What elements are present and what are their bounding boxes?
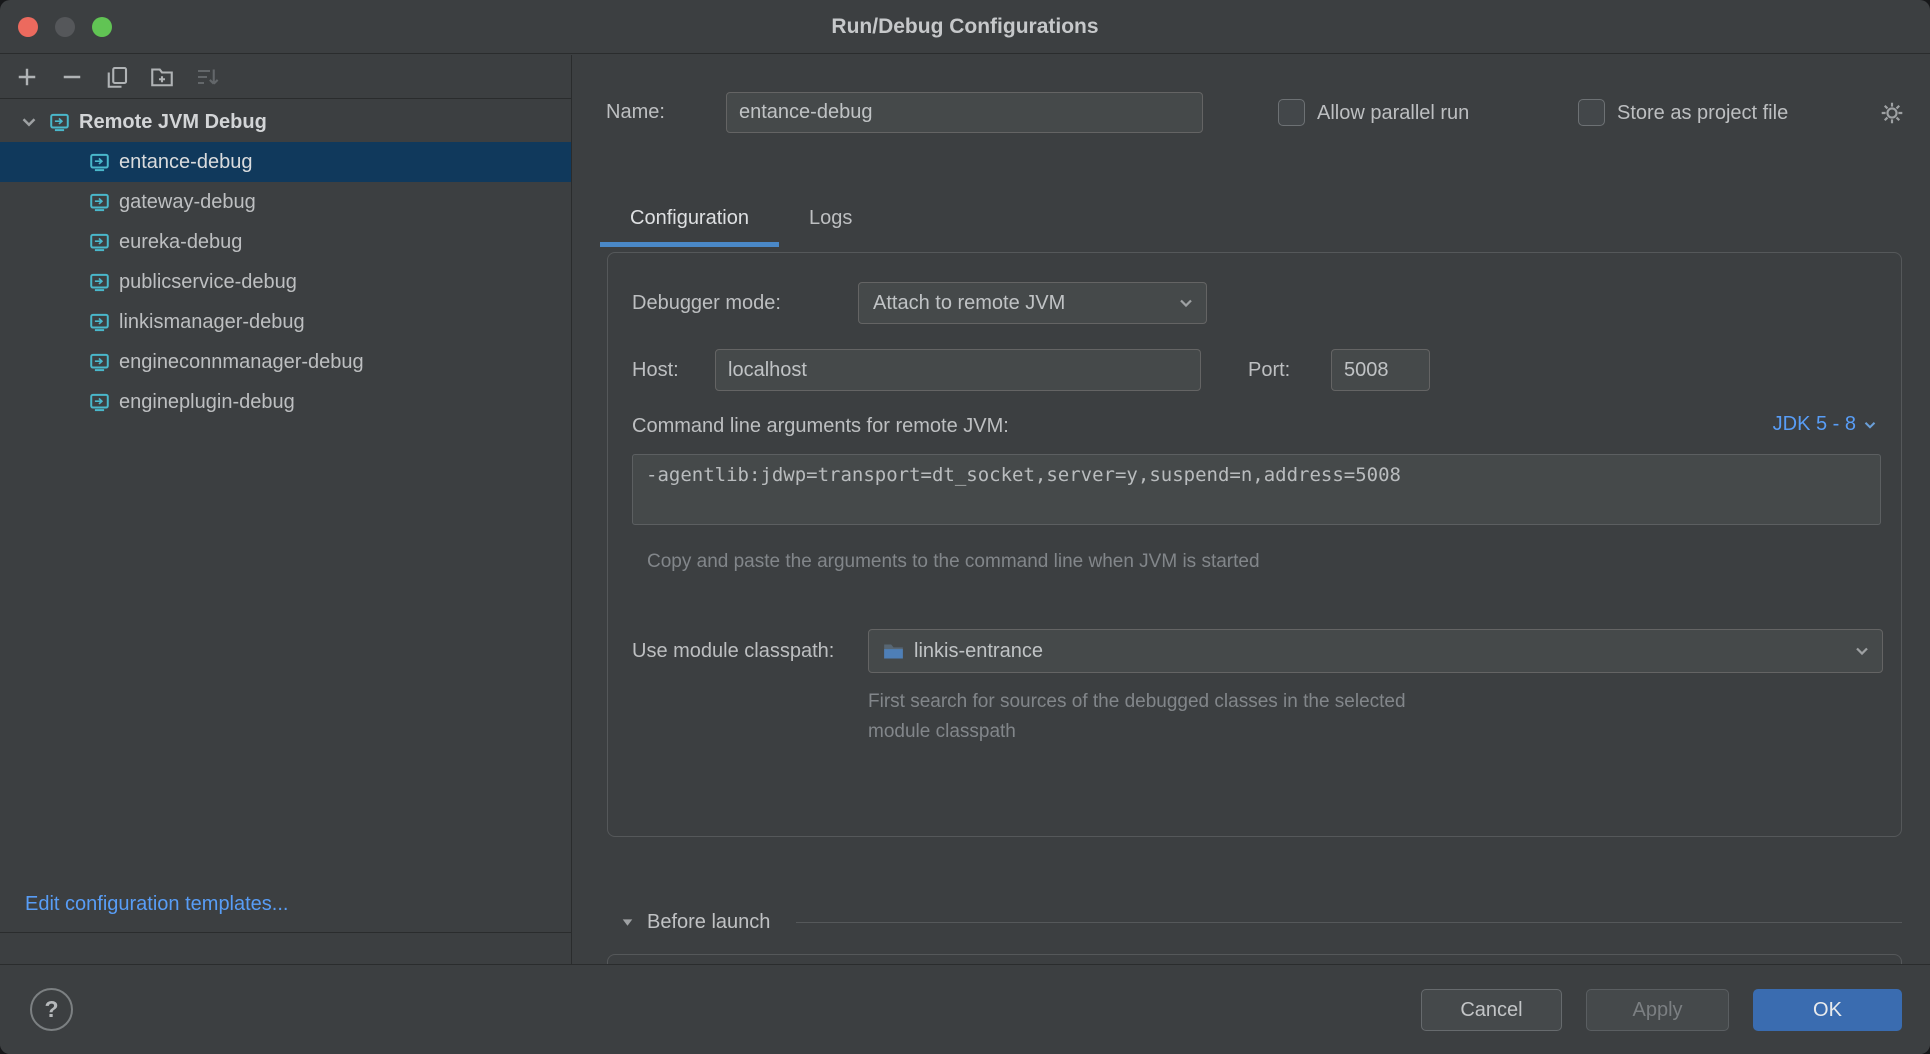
remote-jvm-debug-icon xyxy=(89,152,110,173)
tree-item-label: gateway-debug xyxy=(119,191,256,214)
section-rule xyxy=(796,922,1902,923)
ok-button[interactable]: OK xyxy=(1753,989,1902,1031)
run-debug-configurations-dialog: Run/Debug Configurations Remote JVM Debu… xyxy=(0,0,1930,1054)
remote-jvm-debug-icon xyxy=(89,232,110,253)
gear-icon[interactable] xyxy=(1879,100,1905,126)
tree-item-linkismanager-debug[interactable]: linkismanager-debug xyxy=(0,302,571,342)
host-label: Host: xyxy=(632,359,679,382)
config-tabs: Configuration Logs xyxy=(573,194,882,247)
module-classpath-select[interactable]: linkis-entrance xyxy=(868,629,1883,673)
configuration-form: Name: Allow parallel run Store as projec… xyxy=(573,55,1930,964)
configurations-sidebar: Remote JVM Debug entance-debug gateway-d… xyxy=(0,55,572,964)
tree-item-label: publicservice-debug xyxy=(119,271,297,294)
debugger-mode-label: Debugger mode: xyxy=(632,292,781,315)
tree-item-label: eureka-debug xyxy=(119,231,242,254)
remove-configuration-icon[interactable] xyxy=(59,64,85,90)
name-input[interactable] xyxy=(726,92,1203,133)
tree-toolbar xyxy=(0,55,571,99)
command-line-arguments-label: Command line arguments for remote JVM: xyxy=(632,415,1009,438)
remote-jvm-debug-icon xyxy=(89,272,110,293)
tree-item-label: entance-debug xyxy=(119,151,252,174)
titlebar: Run/Debug Configurations xyxy=(0,0,1930,54)
dialog-footer: ? Cancel Apply OK xyxy=(0,964,1930,1054)
chevron-down-icon xyxy=(1861,416,1879,434)
apply-button[interactable]: Apply xyxy=(1586,989,1729,1031)
edit-configuration-templates-link[interactable]: Edit configuration templates... xyxy=(25,893,288,916)
tree-group-label: Remote JVM Debug xyxy=(79,111,267,134)
tree-item-gateway-debug[interactable]: gateway-debug xyxy=(0,182,571,222)
tab-logs[interactable]: Logs xyxy=(779,194,882,247)
new-folder-icon[interactable] xyxy=(149,64,175,90)
jdk-version-selector[interactable]: JDK 5 - 8 xyxy=(1773,413,1879,436)
tree-item-label: engineconnmanager-debug xyxy=(119,351,364,374)
window-title: Run/Debug Configurations xyxy=(0,0,1930,54)
configurations-tree: Remote JVM Debug entance-debug gateway-d… xyxy=(0,99,571,422)
jdk-version-value: JDK 5 - 8 xyxy=(1773,413,1856,436)
host-input[interactable] xyxy=(715,349,1201,391)
configuration-panel: Debugger mode: Attach to remote JVM Host… xyxy=(607,252,1902,837)
tab-configuration-label: Configuration xyxy=(630,207,749,229)
store-as-project-file-checkbox[interactable] xyxy=(1578,99,1605,126)
use-module-classpath-label: Use module classpath: xyxy=(632,640,834,663)
chevron-down-icon xyxy=(1852,641,1872,661)
tree-item-eureka-debug[interactable]: eureka-debug xyxy=(0,222,571,262)
module-classpath-hint: First search for sources of the debugged… xyxy=(868,687,1406,747)
sidebar-divider xyxy=(0,932,571,933)
remote-jvm-debug-icon xyxy=(89,352,110,373)
tree-item-engineplugin-debug[interactable]: engineplugin-debug xyxy=(0,382,571,422)
tree-item-label: engineplugin-debug xyxy=(119,391,295,414)
before-launch-label: Before launch xyxy=(647,911,770,934)
chevron-down-icon[interactable] xyxy=(18,111,40,133)
tree-item-entance-debug[interactable]: entance-debug xyxy=(0,142,571,182)
port-label: Port: xyxy=(1248,359,1290,382)
tree-item-label: linkismanager-debug xyxy=(119,311,305,334)
remote-jvm-debug-icon xyxy=(49,112,70,133)
add-configuration-icon[interactable] xyxy=(14,64,40,90)
tree-item-publicservice-debug[interactable]: publicservice-debug xyxy=(0,262,571,302)
allow-parallel-run-checkbox[interactable] xyxy=(1278,99,1305,126)
tab-logs-label: Logs xyxy=(809,207,852,229)
remote-jvm-debug-icon xyxy=(89,192,110,213)
module-folder-icon xyxy=(883,642,904,661)
before-launch-section-header[interactable]: Before launch xyxy=(619,911,1902,934)
chevron-down-icon xyxy=(1176,293,1196,313)
tab-configuration[interactable]: Configuration xyxy=(600,194,779,247)
debugger-mode-select[interactable]: Attach to remote JVM xyxy=(858,282,1207,324)
cancel-button[interactable]: Cancel xyxy=(1421,989,1562,1031)
tree-item-engineconnmanager-debug[interactable]: engineconnmanager-debug xyxy=(0,342,571,382)
command-line-hint: Copy and paste the arguments to the comm… xyxy=(647,551,1260,573)
remote-jvm-debug-icon xyxy=(89,392,110,413)
triangle-down-icon xyxy=(619,914,636,931)
module-classpath-value: linkis-entrance xyxy=(914,640,1043,663)
sort-configurations-icon[interactable] xyxy=(194,64,220,90)
store-as-project-file-label: Store as project file xyxy=(1617,102,1788,125)
copy-configuration-icon[interactable] xyxy=(104,64,130,90)
tree-group-remote-jvm-debug[interactable]: Remote JVM Debug xyxy=(0,102,571,142)
command-line-arguments-field[interactable]: -agentlib:jdwp=transport=dt_socket,serve… xyxy=(632,454,1881,525)
footer-buttons: Cancel Apply OK xyxy=(1421,989,1902,1031)
allow-parallel-run-label: Allow parallel run xyxy=(1317,102,1469,125)
debugger-mode-value: Attach to remote JVM xyxy=(873,292,1065,315)
port-input[interactable] xyxy=(1331,349,1430,391)
help-button[interactable]: ? xyxy=(30,988,73,1031)
remote-jvm-debug-icon xyxy=(89,312,110,333)
name-label: Name: xyxy=(606,101,665,124)
